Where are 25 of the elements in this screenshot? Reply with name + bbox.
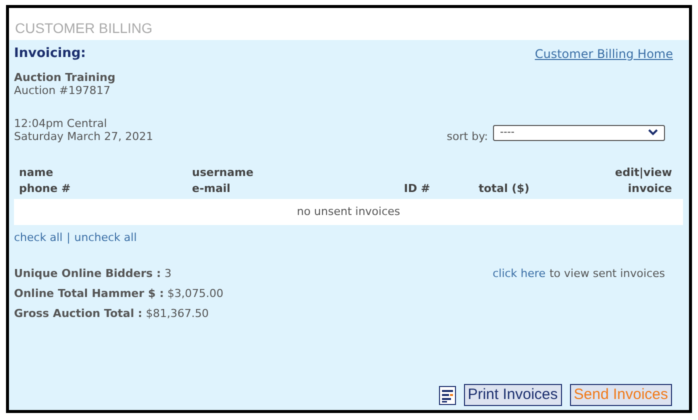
column-header: name phone # bbox=[19, 165, 72, 197]
column-header: ID # bbox=[402, 181, 432, 197]
stat-line: Gross Auction Total : $81,367.50 bbox=[14, 306, 210, 322]
chevron-down-icon bbox=[648, 129, 658, 136]
separator-text: | bbox=[66, 231, 70, 244]
print-invoices-button[interactable]: Print Invoices bbox=[464, 384, 562, 406]
stat-line: Online Total Hammer $ : $3,075.00 bbox=[14, 286, 224, 302]
sort-label: sort by: bbox=[446, 130, 488, 143]
time-text: 12:04pm Central bbox=[14, 117, 108, 130]
check-all-link[interactable]: check all bbox=[14, 231, 63, 244]
uncheck-all-link[interactable]: uncheck all bbox=[74, 231, 137, 244]
auction-number: Auction #197817 bbox=[14, 84, 112, 97]
date-text: Saturday March 27, 2021 bbox=[14, 130, 154, 143]
list-icon[interactable] bbox=[438, 386, 456, 404]
sent-invoices-text: to view sent invoices bbox=[549, 266, 665, 282]
section-heading: Invoicing: bbox=[14, 46, 86, 61]
column-header: edit|view invoice bbox=[614, 165, 672, 197]
empty-message: no unsent invoices bbox=[296, 205, 402, 218]
column-header: total ($) bbox=[478, 181, 530, 197]
sort-dropdown[interactable]: ---- bbox=[493, 124, 665, 140]
stat-line: Unique Online Bidders : 3 bbox=[14, 266, 172, 282]
sent-invoices-link[interactable]: click here bbox=[492, 264, 546, 324]
home-link[interactable]: Customer Billing Home bbox=[534, 46, 673, 60]
auction-name: Auction Training bbox=[14, 71, 116, 84]
column-header: username e-mail bbox=[192, 165, 254, 197]
